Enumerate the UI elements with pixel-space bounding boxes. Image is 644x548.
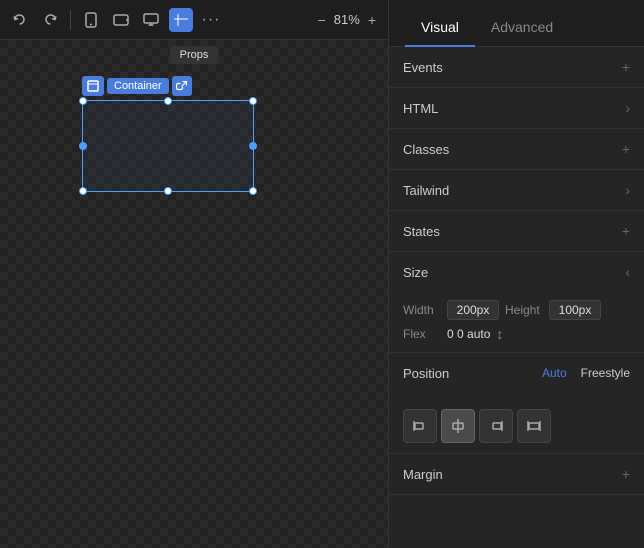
- states-add-icon[interactable]: +: [622, 223, 630, 239]
- tailwind-title: Tailwind: [403, 183, 449, 198]
- height-input[interactable]: 100px: [549, 300, 601, 320]
- handle-top-mid[interactable]: [164, 97, 172, 105]
- position-header[interactable]: Position Auto Freestyle: [389, 353, 644, 393]
- size-title: Size: [403, 265, 428, 280]
- align-right-button[interactable]: [479, 409, 513, 443]
- container-label-bar: Container: [82, 76, 192, 96]
- height-label: Height: [505, 303, 543, 317]
- position-title: Position: [403, 366, 449, 381]
- handle-bot-mid[interactable]: [164, 187, 172, 195]
- tailwind-chevron-icon[interactable]: ›: [625, 182, 630, 198]
- handle-mid-left[interactable]: [79, 142, 87, 150]
- width-row: Width 200px Height 100px: [403, 300, 630, 320]
- events-section: Events +: [389, 47, 644, 88]
- flex-row: Flex 0 0 auto ↕: [403, 326, 630, 342]
- container-link-icon[interactable]: [172, 76, 192, 96]
- classes-section: Classes +: [389, 129, 644, 170]
- canvas[interactable]: Props Container: [0, 40, 388, 548]
- flex-direction-icon[interactable]: ↕: [496, 326, 503, 342]
- size-chevron-icon[interactable]: ‹: [625, 264, 630, 280]
- size-section: Size ‹ Width 200px Height 100px Flex 0 0…: [389, 252, 644, 353]
- zoom-controls: − 81% +: [314, 10, 380, 30]
- width-input[interactable]: 200px: [447, 300, 499, 320]
- width-label: Width: [403, 303, 441, 317]
- align-stretch-button[interactable]: [517, 409, 551, 443]
- desktop-icon[interactable]: [139, 8, 163, 32]
- align-center-button[interactable]: [441, 409, 475, 443]
- size-header[interactable]: Size ‹: [389, 252, 644, 292]
- margin-header[interactable]: Margin +: [389, 454, 644, 494]
- align-left-button[interactable]: [403, 409, 437, 443]
- margin-add-icon[interactable]: +: [622, 466, 630, 482]
- toolbar: ··· − 81% +: [0, 0, 388, 40]
- tablet-icon[interactable]: [109, 8, 133, 32]
- more-icon[interactable]: ···: [199, 8, 223, 32]
- states-header[interactable]: States +: [389, 211, 644, 251]
- events-header[interactable]: Events +: [389, 47, 644, 87]
- zoom-minus-button[interactable]: −: [314, 10, 330, 30]
- handle-top-right[interactable]: [249, 97, 257, 105]
- handle-top-left[interactable]: [79, 97, 87, 105]
- tailwind-header[interactable]: Tailwind ›: [389, 170, 644, 210]
- classes-title: Classes: [403, 142, 449, 157]
- tab-visual[interactable]: Visual: [405, 9, 475, 47]
- mobile-icon[interactable]: [79, 8, 103, 32]
- container-box[interactable]: [82, 100, 254, 192]
- html-title: HTML: [403, 101, 438, 116]
- right-panel: Visual Advanced Events + HTML › Classes …: [388, 0, 644, 548]
- states-title: States: [403, 224, 440, 239]
- events-add-icon[interactable]: +: [622, 59, 630, 75]
- tab-advanced[interactable]: Advanced: [475, 9, 569, 47]
- html-section: HTML ›: [389, 88, 644, 129]
- margin-title: Margin: [403, 467, 443, 482]
- handle-bot-right[interactable]: [249, 187, 257, 195]
- zoom-plus-button[interactable]: +: [364, 10, 380, 30]
- panel-tabs: Visual Advanced: [389, 0, 644, 47]
- position-content: [389, 393, 644, 453]
- flex-label: Flex: [403, 327, 441, 341]
- layout-icon[interactable]: [169, 8, 193, 32]
- container-label[interactable]: Container: [107, 78, 169, 94]
- container-icon: [82, 76, 104, 96]
- zoom-percent: 81%: [334, 12, 360, 27]
- html-header[interactable]: HTML ›: [389, 88, 644, 128]
- separator-1: [70, 10, 71, 30]
- undo-button[interactable]: [8, 8, 32, 32]
- position-section: Position Auto Freestyle: [389, 353, 644, 454]
- position-auto[interactable]: Auto: [542, 366, 567, 380]
- container-element[interactable]: Container: [82, 100, 254, 192]
- canvas-area: ··· − 81% + Props Container: [0, 0, 388, 548]
- position-freestyle[interactable]: Freestyle: [581, 366, 630, 380]
- handle-bot-left[interactable]: [79, 187, 87, 195]
- html-chevron-icon[interactable]: ›: [625, 100, 630, 116]
- classes-add-icon[interactable]: +: [622, 141, 630, 157]
- flex-value: 0 0 auto: [447, 327, 490, 341]
- align-buttons-row: [403, 409, 630, 443]
- size-content: Width 200px Height 100px Flex 0 0 auto ↕: [389, 292, 644, 352]
- handle-mid-right[interactable]: [249, 142, 257, 150]
- events-title: Events: [403, 60, 443, 75]
- states-section: States +: [389, 211, 644, 252]
- margin-section: Margin +: [389, 454, 644, 495]
- redo-button[interactable]: [38, 8, 62, 32]
- classes-header[interactable]: Classes +: [389, 129, 644, 169]
- tailwind-section: Tailwind ›: [389, 170, 644, 211]
- props-tooltip: Props: [170, 46, 219, 64]
